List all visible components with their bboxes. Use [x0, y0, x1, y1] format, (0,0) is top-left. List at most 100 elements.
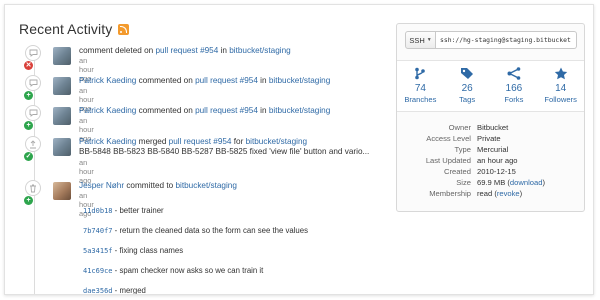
- user-link[interactable]: Patrick Kaeding: [79, 76, 136, 85]
- avatar[interactable]: [53, 182, 71, 200]
- owner-link[interactable]: Bitbucket: [477, 122, 508, 133]
- repo-link[interactable]: bitbucket/staging: [269, 76, 330, 85]
- commit-message: - return the cleaned data so the form ca…: [112, 226, 308, 235]
- activity-verb: merged: [136, 137, 169, 146]
- user-link[interactable]: Patrick Kaeding: [79, 137, 136, 146]
- user-link[interactable]: Jesper Nøhr: [79, 181, 124, 190]
- activity-preposition: in: [257, 106, 269, 115]
- activity-text: Patrick Kaeding commented on pull reques…: [79, 105, 399, 116]
- commit-message: - better trainer: [112, 206, 164, 215]
- membership-key: Membership: [429, 189, 471, 198]
- comment-icon: [25, 45, 41, 61]
- pull-request-link[interactable]: pull request #954: [169, 137, 232, 146]
- commit-item: dae356d - merged: [83, 286, 308, 295]
- fork-icon: [491, 66, 538, 80]
- added-badge-icon: +: [24, 121, 33, 130]
- type-value: Mercurial: [477, 145, 509, 154]
- access-level-row: Access Level Private: [397, 133, 584, 144]
- access-level-value: Private: [477, 134, 501, 143]
- added-badge-icon: +: [24, 91, 33, 100]
- size-value: 69.9 MB (download): [477, 177, 545, 188]
- commit-hash-link[interactable]: 5a3415f: [83, 247, 113, 255]
- branches-count: 74: [414, 83, 426, 94]
- stat-forks[interactable]: 166 Forks: [491, 61, 538, 111]
- caret-down-icon: ▼: [426, 37, 432, 43]
- stat-branches[interactable]: 74 Branches: [397, 61, 444, 111]
- last-updated-value: an hour ago: [477, 156, 518, 165]
- owner-row: Owner Bitbucket: [397, 122, 584, 133]
- repo-link[interactable]: bitbucket/staging: [269, 106, 330, 115]
- activity-verb: comment deleted on: [79, 46, 156, 55]
- branch-icon: [397, 66, 444, 80]
- commit-hash-link[interactable]: 41c69ce: [83, 267, 113, 275]
- commit-list: 11d0b18 - better trainer 7b740f7 - retur…: [83, 206, 308, 295]
- membership-row: Membership read (revoke): [397, 188, 584, 199]
- trash-icon: [25, 180, 41, 196]
- comment-icon: [25, 75, 41, 91]
- pull-request-link[interactable]: pull request #954: [155, 46, 218, 55]
- repo-stats: 74 Branches 26 Tags 166 Forks 14 Followe…: [397, 60, 584, 112]
- activity-text: Patrick Kaeding merged pull request #954…: [79, 136, 399, 147]
- clone-url-input[interactable]: [436, 31, 577, 49]
- avatar[interactable]: [53, 138, 71, 156]
- avatar[interactable]: [53, 107, 71, 125]
- activity-preposition: in: [257, 76, 269, 85]
- user-link[interactable]: Patrick Kaeding: [79, 106, 136, 115]
- repo-link[interactable]: bitbucket/staging: [246, 137, 307, 146]
- merged-badge-icon: ✓: [24, 152, 33, 161]
- page-title: Recent Activity: [19, 21, 113, 37]
- tags-label: Tags: [459, 95, 476, 104]
- download-link[interactable]: download: [510, 178, 543, 187]
- pull-request-link[interactable]: pull request #954: [195, 106, 258, 115]
- commit-hash-link[interactable]: 11d0b18: [83, 207, 113, 215]
- forks-label: Forks: [504, 95, 524, 104]
- stat-tags[interactable]: 26 Tags: [444, 61, 491, 111]
- activity-verb: committed to: [124, 181, 176, 190]
- followers-label: Followers: [544, 95, 577, 104]
- protocol-label: SSH: [409, 35, 425, 45]
- rss-icon[interactable]: [118, 23, 130, 35]
- commit-message: - spam checker now asks so we can train …: [112, 266, 264, 275]
- commit-hash-link[interactable]: 7b740f7: [83, 227, 113, 235]
- membership-value: read (revoke): [477, 188, 522, 199]
- repo-details: Owner Bitbucket Access Level Private Typ…: [397, 122, 584, 199]
- activity-preposition: in: [218, 46, 230, 55]
- access-level-key: Access Level: [426, 134, 471, 143]
- created-key: Created: [443, 167, 471, 176]
- commit-hash-link[interactable]: dae356d: [83, 287, 113, 294]
- upload-icon: [25, 136, 41, 152]
- created-value: 2010-12-15: [477, 167, 516, 176]
- tags-count: 26: [461, 83, 473, 94]
- type-key: Type: [454, 145, 471, 154]
- added-badge-icon: +: [24, 196, 33, 205]
- repository-overview-card: Recent Activity ✕ comment deleted on pul…: [4, 4, 594, 295]
- followers-count: 14: [555, 83, 567, 94]
- revoke-link[interactable]: revoke: [497, 189, 520, 198]
- commit-item: 5a3415f - fixing class names: [83, 246, 308, 266]
- commit-item: 7b740f7 - return the cleaned data so the…: [83, 226, 308, 246]
- repo-link[interactable]: bitbucket/staging: [229, 46, 290, 55]
- owner-key: Owner: [448, 123, 471, 132]
- size-paren-close: ): [542, 178, 545, 187]
- activity-text: Jesper Nøhr committed to bitbucket/stagi…: [79, 180, 399, 191]
- activity-verb: commented on: [136, 76, 196, 85]
- commit-item: 11d0b18 - better trainer: [83, 206, 308, 226]
- repo-link[interactable]: bitbucket/staging: [175, 181, 236, 190]
- protocol-dropdown[interactable]: SSH ▼: [405, 31, 436, 49]
- membership-level: read: [477, 189, 493, 198]
- activity-preposition: for: [231, 137, 246, 146]
- last-updated-row: Last Updated an hour ago: [397, 155, 584, 166]
- commit-message: - merged: [112, 286, 146, 295]
- avatar[interactable]: [53, 47, 71, 65]
- pull-request-link[interactable]: pull request #954: [195, 76, 258, 85]
- type-row: Type Mercurial: [397, 144, 584, 155]
- avatar[interactable]: [53, 77, 71, 95]
- size-amount: 69.9 MB: [477, 178, 506, 187]
- deleted-badge-icon: ✕: [24, 61, 33, 70]
- stat-followers[interactable]: 14 Followers: [537, 61, 584, 111]
- activity-verb: commented on: [136, 106, 196, 115]
- forks-count: 166: [505, 83, 523, 94]
- last-updated-key: Last Updated: [425, 156, 471, 165]
- activity-text: Patrick Kaeding commented on pull reques…: [79, 75, 399, 86]
- commit-message: - fixing class names: [112, 246, 184, 255]
